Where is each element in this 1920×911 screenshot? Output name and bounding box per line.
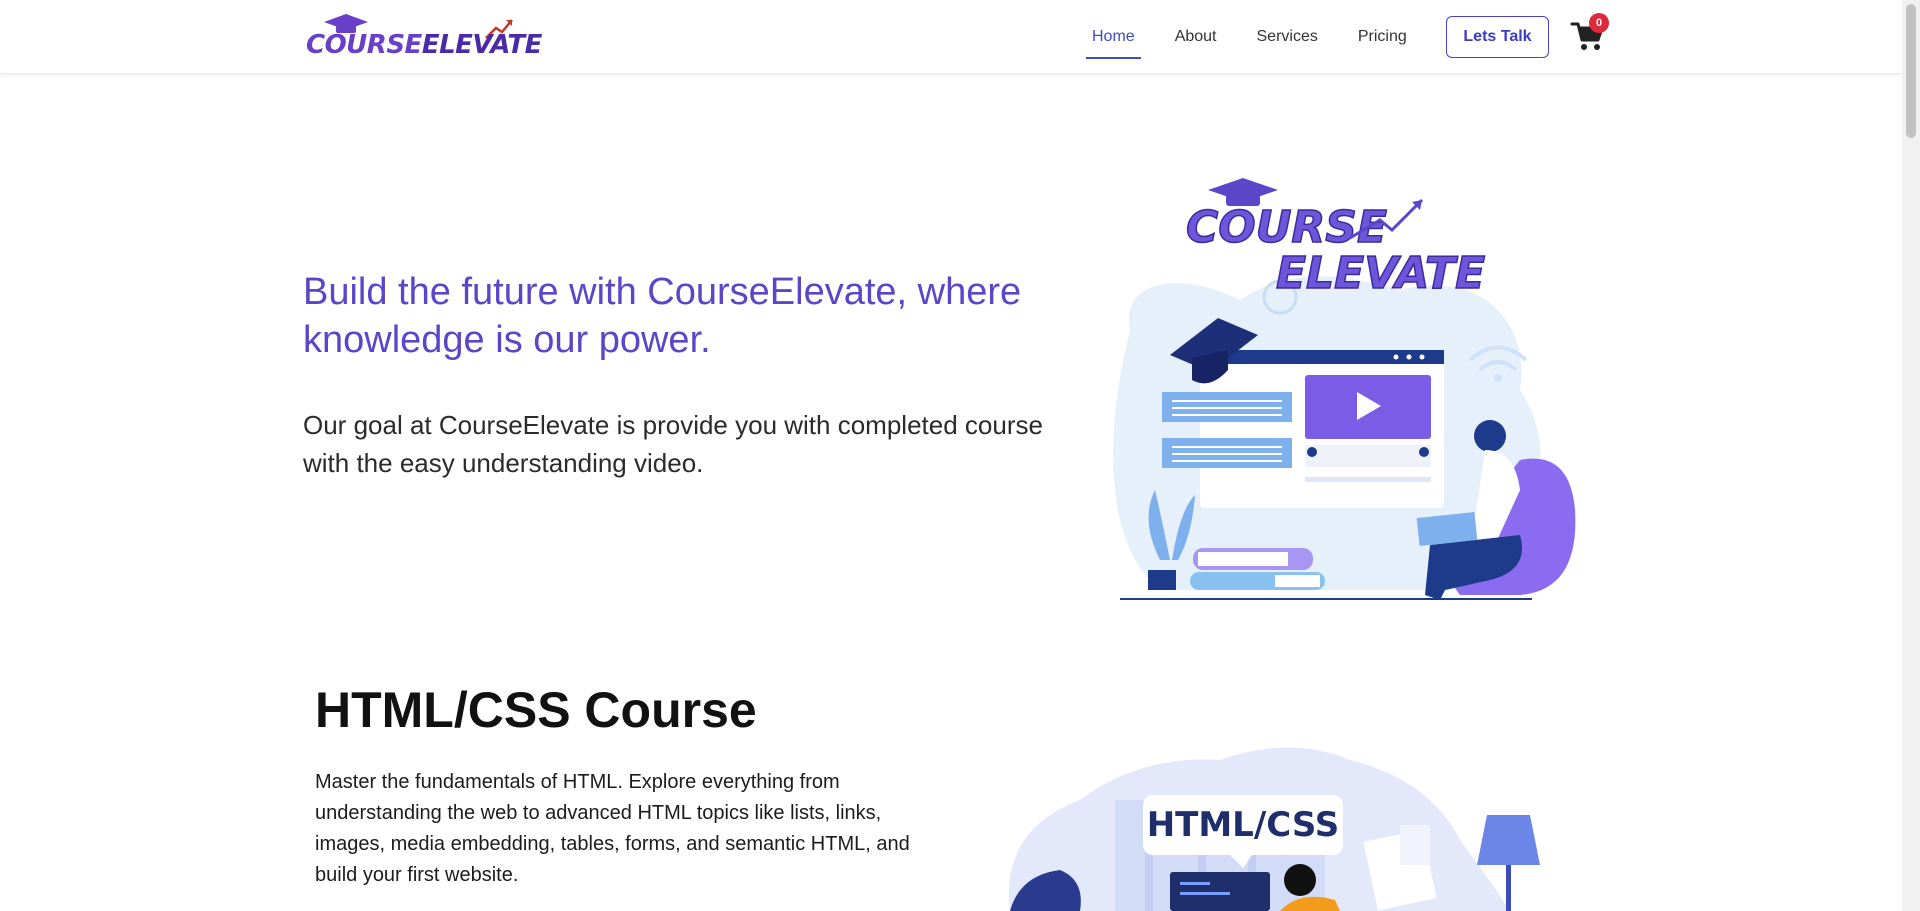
scrollbar-thumb[interactable] bbox=[1906, 4, 1916, 138]
main-nav: Home About Services Pricing bbox=[1086, 0, 1447, 74]
nav-home[interactable]: Home bbox=[1086, 0, 1141, 74]
page-scrollbar[interactable] bbox=[1902, 0, 1920, 911]
brand-logo[interactable]: COURSEELEVATE bbox=[306, 14, 542, 60]
nav-services[interactable]: Services bbox=[1257, 0, 1318, 74]
course-illustration-label: HTML/CSS bbox=[1147, 805, 1340, 845]
illustration-logo-line1: COURSE bbox=[1186, 202, 1387, 253]
course-illustration: HTML/CSS bbox=[1008, 747, 1540, 911]
lets-talk-button[interactable]: Lets Talk bbox=[1446, 16, 1549, 58]
nav-about[interactable]: About bbox=[1175, 0, 1217, 74]
brand-name-part1: COURSE bbox=[306, 30, 422, 60]
course-description: Master the fundamentals of HTML. Explore… bbox=[315, 771, 910, 886]
brand-name-part2: ELEVATE bbox=[421, 30, 543, 60]
hero-illustration: COURSE ELEVATE bbox=[1113, 178, 1576, 600]
course-title: HTML/CSS Course bbox=[315, 682, 757, 738]
hero-subtitle: Our goal at CourseElevate is provide you… bbox=[303, 410, 1043, 478]
hero-title: Build the future with CourseElevate, whe… bbox=[303, 271, 1022, 361]
cart-count-badge: 0 bbox=[1589, 13, 1609, 33]
illustration-logo-line2: ELEVATE bbox=[1276, 248, 1485, 299]
illustration-logo: COURSE ELEVATE bbox=[1185, 178, 1486, 300]
nav-pricing[interactable]: Pricing bbox=[1358, 0, 1407, 74]
top-navbar: COURSEELEVATE Home About Services Pricin… bbox=[0, 0, 1902, 74]
brand-wordmark: COURSEELEVATE bbox=[306, 30, 542, 60]
